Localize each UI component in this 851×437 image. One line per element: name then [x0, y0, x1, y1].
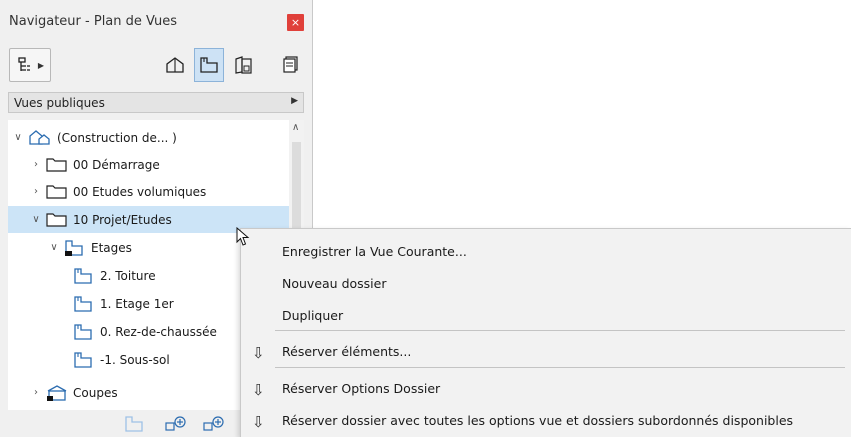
menu-separator	[275, 367, 845, 368]
menu-item-new-folder[interactable]: Nouveau dossier	[241, 270, 851, 298]
chevron-right-icon[interactable]: ›	[30, 159, 42, 170]
project-root-icon	[28, 129, 52, 146]
new-folder-icon[interactable]	[164, 415, 188, 436]
close-button[interactable]: ×	[287, 14, 304, 31]
tree-item-label: (Construction de... )	[57, 130, 177, 145]
mouse-cursor-icon	[236, 227, 250, 246]
menu-item-reserve-folder-options[interactable]: ⇩ Réserver Options Dossier	[241, 375, 851, 403]
menu-item-label: Dupliquer	[282, 308, 344, 323]
folder-icon	[46, 212, 68, 228]
menu-item-reserve-elements[interactable]: ⇩ Réserver éléments...	[241, 338, 851, 366]
menu-item-reserve-folder-all[interactable]: ⇩ Réserver dossier avec toutes les optio…	[241, 407, 851, 435]
menu-item-duplicate[interactable]: Dupliquer	[241, 302, 851, 330]
dropdown-arrow-icon: ▶	[37, 60, 45, 70]
tree-item-label: 10 Projet/Etudes	[73, 212, 172, 227]
menu-separator	[275, 330, 845, 331]
menu-item-label: Enregistrer la Vue Courante...	[282, 244, 467, 259]
reserve-arrow-icon: ⇩	[252, 344, 265, 362]
chevron-right-icon[interactable]: ›	[30, 186, 42, 197]
tree-item-label: Coupes	[73, 385, 118, 400]
navigator-toolbar: ▶	[0, 44, 313, 90]
publisher-sets-button[interactable]	[276, 48, 306, 82]
close-icon: ×	[290, 16, 301, 29]
menu-item-save-current-view[interactable]: Enregistrer la Vue Courante...	[241, 238, 851, 266]
3d-house-icon	[166, 57, 184, 73]
menu-item-label: Réserver Options Dossier	[282, 381, 441, 396]
menu-item-label: Nouveau dossier	[282, 276, 387, 291]
menu-item-label: Réserver dossier avec toutes les options…	[282, 413, 794, 428]
tree-item-label: 1. Etage 1er	[100, 296, 174, 311]
tree-item-label: 0. Rez-de-chaussée	[100, 324, 217, 339]
dropdown-label: Vues publiques	[14, 96, 105, 110]
stories-icon	[64, 239, 86, 257]
tree-item-label: -1. Sous-sol	[100, 352, 170, 367]
publisher-sets-icon	[283, 56, 298, 73]
floor-plan-icon	[200, 57, 218, 73]
layout-book-icon	[235, 56, 252, 74]
chevron-down-icon[interactable]: ∨	[48, 242, 60, 253]
floor-plan-view-button[interactable]	[194, 48, 224, 82]
tree-item-label: Etages	[91, 240, 132, 255]
tree-item-label: 2. Toiture	[100, 268, 156, 283]
layout-book-button[interactable]	[228, 48, 258, 82]
3d-view-button[interactable]	[160, 48, 190, 82]
title-bar: Navigateur - Plan de Vues ×	[0, 0, 313, 44]
floor-plan-icon	[73, 295, 95, 313]
chevron-down-icon[interactable]: ∨	[30, 214, 42, 225]
context-menu: Enregistrer la Vue Courante... Nouveau d…	[240, 228, 851, 437]
chevron-up-icon[interactable]: ∧	[292, 122, 299, 133]
chevron-down-icon[interactable]: ∨	[12, 132, 24, 143]
floor-plan-icon	[73, 323, 95, 341]
tree-item-etudes-volumiques[interactable]: › 00 Etudes volumiques	[8, 178, 289, 205]
window-title: Navigateur - Plan de Vues	[9, 14, 178, 29]
floor-plan-icon	[73, 351, 95, 369]
section-icon	[46, 384, 68, 402]
floor-plan-icon	[73, 267, 95, 285]
reserve-arrow-icon: ⇩	[252, 413, 265, 431]
new-subset-icon[interactable]	[202, 415, 226, 436]
chevron-right-icon[interactable]: ›	[30, 387, 42, 398]
views-dropdown[interactable]: Vues publiques ▶	[8, 92, 304, 113]
folder-icon	[46, 157, 68, 173]
tree-item-demarrage[interactable]: › 00 Démarrage	[8, 151, 289, 178]
project-map-button[interactable]: ▶	[9, 48, 51, 82]
tree-item-construction[interactable]: ∨ (Construction de... )	[8, 124, 289, 151]
tree-item-label: 00 Etudes volumiques	[73, 184, 207, 199]
folder-icon	[46, 184, 68, 200]
tree-item-label: 00 Démarrage	[73, 157, 160, 172]
chevron-right-icon: ▶	[291, 96, 298, 106]
menu-item-label: Réserver éléments...	[282, 344, 412, 359]
reserve-arrow-icon: ⇩	[252, 381, 265, 399]
new-view-icon[interactable]	[124, 415, 146, 436]
project-map-icon	[18, 57, 30, 71]
